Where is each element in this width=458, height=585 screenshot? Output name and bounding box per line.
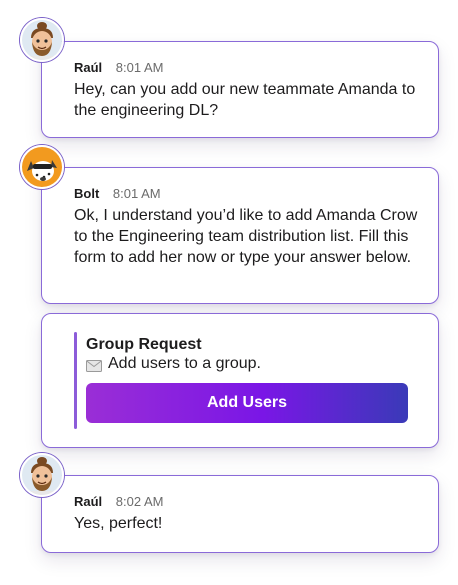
dog-mascot-avatar-icon (22, 147, 62, 187)
message-meta: Raúl 8:02 AM (74, 494, 164, 510)
message-text: Hey, can you add our new teammate Amanda… (74, 81, 416, 119)
user-avatar[interactable] (20, 453, 64, 497)
add-users-button[interactable]: Add Users (86, 383, 408, 423)
message-card: Bolt 8:01 AM Ok, I understand you’d like… (41, 167, 439, 304)
bot-avatar[interactable] (20, 145, 64, 189)
message-text: Ok, I understand you’d like to add Amand… (74, 207, 418, 266)
sender-name[interactable]: Bolt (74, 186, 99, 201)
message-timestamp[interactable]: 8:01 AM (113, 186, 161, 201)
envelope-icon (86, 358, 102, 372)
bearded-man-avatar-icon (22, 20, 62, 60)
form-subtitle-text: Add users to a group. (108, 355, 261, 372)
message-timestamp[interactable]: 8:01 AM (116, 60, 164, 75)
message-timestamp[interactable]: 8:02 AM (116, 494, 164, 509)
sender-name[interactable]: Raúl (74, 60, 102, 75)
message-meta: Bolt 8:01 AM (74, 186, 161, 202)
message-card: Raúl 8:01 AM Hey, can you add our new te… (41, 41, 439, 138)
message-card: Raúl 8:02 AM Yes, perfect! (41, 475, 439, 553)
message-text: Yes, perfect! (74, 515, 163, 532)
message-meta: Raúl 8:01 AM (74, 60, 164, 76)
sender-name[interactable]: Raúl (74, 494, 102, 509)
bearded-man-avatar-icon (22, 455, 62, 495)
user-avatar[interactable] (20, 18, 64, 62)
group-request-form: Group Request Add users to a group. Add … (41, 313, 439, 448)
form-accent-bar (74, 332, 77, 429)
form-subtitle: Add users to a group. (86, 354, 261, 374)
form-title: Group Request (86, 336, 202, 353)
